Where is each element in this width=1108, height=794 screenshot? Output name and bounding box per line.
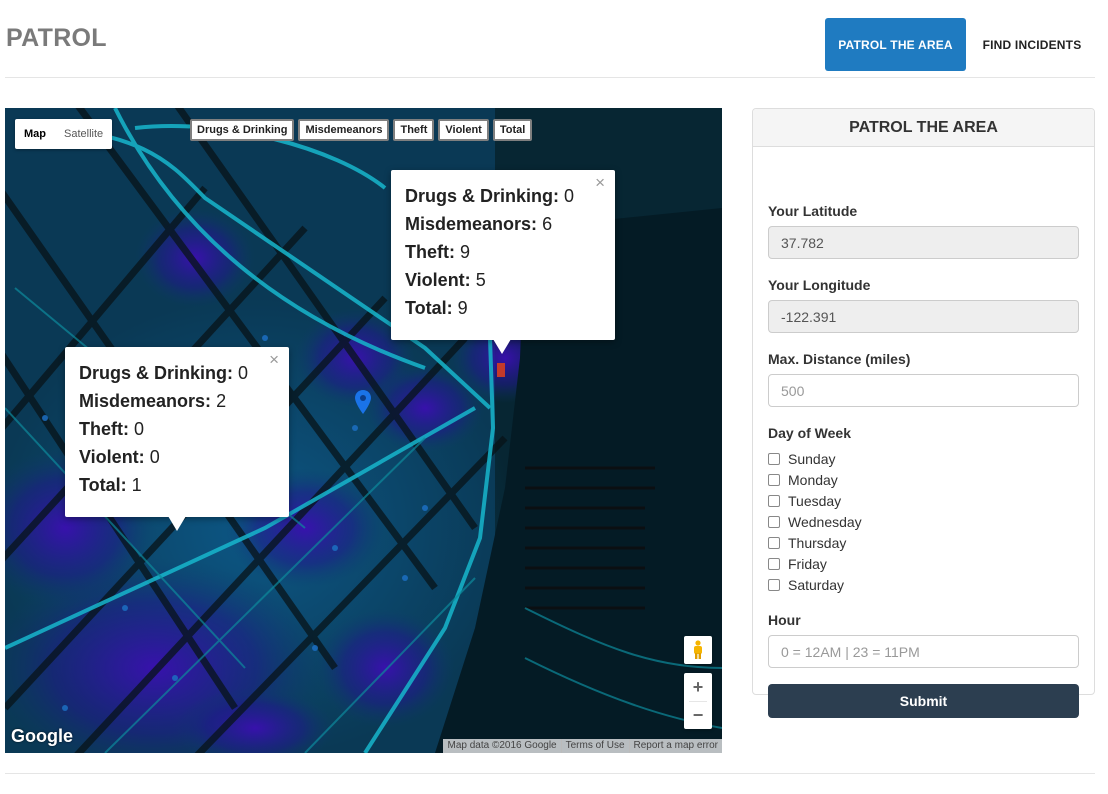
google-logo: Google <box>11 726 73 746</box>
checkbox-icon[interactable] <box>768 453 780 465</box>
day-checkbox-friday[interactable]: Friday <box>768 556 827 572</box>
day-checkbox-monday[interactable]: Monday <box>768 472 838 488</box>
map-attribution: Map data ©2016 Google Terms of Use Repor… <box>443 739 722 753</box>
info-window-2: × Drugs & Drinking: 0 Misdemeanors: 2 Th… <box>65 347 289 531</box>
info-window-tail <box>493 339 511 354</box>
layer-misdemeanors-button[interactable]: Misdemeanors <box>298 119 390 141</box>
day-checkbox-tuesday[interactable]: Tuesday <box>768 493 841 509</box>
hour-field[interactable]: 0 = 12AM | 23 = 11PM <box>768 635 1079 668</box>
info-window-1: × Drugs & Drinking: 0 Misdemeanors: 6 Th… <box>391 170 615 354</box>
nav-patrol-the-area[interactable]: PATROL THE AREA <box>825 18 966 71</box>
info-window-tail <box>168 516 186 531</box>
brand-title[interactable]: PATROL <box>6 24 107 53</box>
info-row-total: Total: 9 <box>405 294 601 322</box>
layer-total-button[interactable]: Total <box>492 119 533 141</box>
patrol-panel: PATROL THE AREA Your Latitude 37.782 You… <box>752 108 1095 718</box>
info-row-theft: Theft: 9 <box>405 238 601 266</box>
zoom-divider <box>689 701 707 702</box>
info-label: Drugs & Drinking: <box>79 363 234 383</box>
info-row-misdemeanors: Misdemeanors: 2 <box>79 387 275 415</box>
distance-label: Max. Distance (miles) <box>768 351 911 367</box>
day-checkbox-saturday[interactable]: Saturday <box>768 577 844 593</box>
info-value: 9 <box>460 242 471 262</box>
hour-label: Hour <box>768 612 801 628</box>
day-checkbox-thursday[interactable]: Thursday <box>768 535 846 551</box>
checkbox-icon[interactable] <box>768 516 780 528</box>
info-label: Theft: <box>79 419 129 439</box>
info-row-misdemeanors: Misdemeanors: 6 <box>405 210 601 238</box>
latitude-label: Your Latitude <box>768 203 858 219</box>
info-row-drugs: Drugs & Drinking: 0 <box>79 359 275 387</box>
layer-toggle-bar: Drugs & Drinking Misdemeanors Theft Viol… <box>190 119 533 141</box>
day-label: Saturday <box>788 577 845 593</box>
footer-divider <box>5 773 1095 774</box>
info-label: Misdemeanors: <box>79 391 212 411</box>
info-label: Violent: <box>405 270 471 290</box>
map-data-credit: Map data ©2016 Google <box>447 740 557 751</box>
info-value: 0 <box>134 419 145 439</box>
terms-of-use-link[interactable]: Terms of Use <box>560 739 629 753</box>
map-type-satellite-button[interactable]: Satellite <box>55 119 112 149</box>
info-label: Violent: <box>79 447 145 467</box>
day-checkbox-sunday[interactable]: Sunday <box>768 451 835 467</box>
crime-heatmap[interactable]: Map Satellite Drugs & Drinking Misdemean… <box>5 108 722 753</box>
info-label: Drugs & Drinking: <box>405 186 560 206</box>
close-icon[interactable]: × <box>595 174 605 191</box>
info-value: 6 <box>542 214 553 234</box>
info-value: 9 <box>457 298 468 318</box>
checkbox-icon[interactable] <box>768 558 780 570</box>
close-icon[interactable]: × <box>269 351 279 368</box>
latitude-field[interactable]: 37.782 <box>768 226 1079 259</box>
layer-violent-button[interactable]: Violent <box>438 119 489 141</box>
checkbox-icon[interactable] <box>768 537 780 549</box>
layer-theft-button[interactable]: Theft <box>393 119 435 141</box>
longitude-label: Your Longitude <box>768 277 871 293</box>
map-type-control: Map Satellite <box>15 119 113 149</box>
zoom-in-button[interactable]: + <box>684 673 712 701</box>
day-label: Sunday <box>788 451 836 467</box>
zoom-out-button[interactable]: − <box>684 701 712 729</box>
info-row-drugs: Drugs & Drinking: 0 <box>405 182 601 210</box>
info-row-total: Total: 1 <box>79 471 275 499</box>
pegman-icon <box>694 640 702 659</box>
nav-find-incidents[interactable]: FIND INCIDENTS <box>970 18 1094 71</box>
day-label: Friday <box>788 556 827 572</box>
header: PATROL PATROL THE AREA FIND INCIDENTS <box>0 0 1108 78</box>
info-label: Misdemeanors: <box>405 214 538 234</box>
longitude-field[interactable]: -122.391 <box>768 300 1079 333</box>
report-map-error-link[interactable]: Report a map error <box>628 739 722 753</box>
distance-field[interactable]: 500 <box>768 374 1079 407</box>
day-label: Tuesday <box>788 493 842 509</box>
day-checkbox-wednesday[interactable]: Wednesday <box>768 514 862 530</box>
info-label: Theft: <box>405 242 455 262</box>
street-view-pegman[interactable] <box>684 636 712 664</box>
day-label: Monday <box>788 472 838 488</box>
info-value: 1 <box>131 475 142 495</box>
info-row-violent: Violent: 5 <box>405 266 601 294</box>
header-divider <box>5 77 1095 78</box>
info-label: Total: <box>405 298 453 318</box>
map-type-map-button[interactable]: Map <box>15 119 55 149</box>
location-pin-icon[interactable] <box>355 390 371 414</box>
checkbox-icon[interactable] <box>768 495 780 507</box>
checkbox-icon[interactable] <box>768 474 780 486</box>
info-value: 0 <box>564 186 575 206</box>
info-value: 5 <box>475 270 486 290</box>
day-label: Thursday <box>788 535 847 551</box>
info-value: 2 <box>216 391 227 411</box>
day-label: Wednesday <box>788 514 862 530</box>
zoom-control: + − <box>684 673 712 729</box>
layer-drugs-drinking-button[interactable]: Drugs & Drinking <box>190 119 295 141</box>
info-value: 0 <box>149 447 160 467</box>
info-value: 0 <box>238 363 249 383</box>
info-row-violent: Violent: 0 <box>79 443 275 471</box>
info-row-theft: Theft: 0 <box>79 415 275 443</box>
checkbox-icon[interactable] <box>768 579 780 591</box>
day-of-week-label: Day of Week <box>768 425 851 441</box>
panel-title: PATROL THE AREA <box>753 109 1094 147</box>
info-label: Total: <box>79 475 127 495</box>
submit-button[interactable]: Submit <box>768 684 1079 718</box>
